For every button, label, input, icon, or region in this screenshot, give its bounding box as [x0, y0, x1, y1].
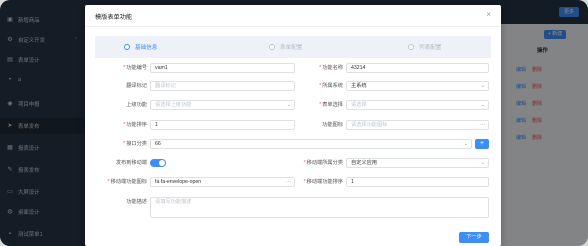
next-button[interactable]: 下一步: [459, 232, 489, 243]
desc-label: 功能描述: [126, 199, 147, 205]
api-select[interactable]: 66 ⌄: [150, 139, 472, 149]
dialog-title: 模版表单功能: [95, 14, 133, 21]
add-api-button[interactable]: +: [475, 139, 489, 149]
api-label: *接口分类: [123, 141, 147, 147]
form-dialog: 模版表单功能 × 基础信息 表单配置 列表配置 *功能编号 vam1 *功能名称…: [85, 5, 501, 246]
step-indicator: 基础信息 表单配置 列表配置: [95, 36, 491, 58]
step-label: 列表配置: [419, 45, 442, 51]
more-icon[interactable]: ···: [480, 121, 485, 129]
system-value: 主系统: [351, 83, 367, 89]
parent-placeholder: 请选择上级功能: [155, 102, 192, 108]
name-input[interactable]: 43214: [346, 63, 489, 73]
icon-placeholder: 请选择功能图标: [351, 122, 388, 128]
desc-textarea[interactable]: 请填写功能描述: [150, 197, 489, 218]
code-input[interactable]: vam1: [150, 63, 295, 73]
alias-label: 翻译标记: [126, 83, 147, 89]
step-label: 表单配置: [280, 45, 303, 51]
step-form-config[interactable]: 表单配置: [269, 36, 302, 58]
chevron-down-icon: ⌄: [480, 83, 485, 89]
step-basic-info[interactable]: 基础信息: [124, 36, 157, 58]
sort-label: *功能排序: [123, 122, 147, 128]
parent-select[interactable]: 请选择上级功能 ⌄: [150, 100, 295, 110]
mobile-sort-label: *移动端功能排序: [303, 179, 343, 185]
step-list-config[interactable]: 列表配置: [408, 36, 441, 58]
chevron-down-icon: ⌄: [286, 102, 291, 108]
mobile-group-value: 自定义应用: [351, 160, 377, 166]
mobile-sort-input[interactable]: 1: [346, 177, 489, 187]
mobile-icon-input[interactable]: fa fa-envelope-open ···: [150, 177, 295, 187]
close-icon[interactable]: ×: [486, 11, 491, 19]
table-select[interactable]: 请选择 ⌄: [346, 100, 489, 110]
system-label: *所属系统: [319, 83, 343, 89]
api-value: 66: [155, 141, 161, 147]
code-label: *功能编号: [123, 65, 147, 71]
toggle-knob: [159, 160, 165, 166]
mobile-icon-label: *移动端功能图标: [107, 179, 147, 185]
table-select-label: *表单选择: [319, 102, 343, 108]
alias-input[interactable]: 翻译标记: [150, 81, 295, 91]
icon-label: 功能图标: [322, 122, 343, 128]
publish-mobile-toggle[interactable]: [150, 159, 166, 167]
step-label: 基础信息: [135, 45, 158, 51]
sort-input[interactable]: 1: [150, 120, 295, 130]
step-circle-icon: [124, 44, 130, 50]
mobile-group-select[interactable]: 自定义应用 ⌄: [346, 158, 489, 168]
step-circle-icon: [269, 44, 275, 50]
chevron-down-icon: ⌄: [480, 160, 485, 166]
icon-input[interactable]: 请选择功能图标 ···: [346, 120, 489, 130]
table-select-placeholder: 请选择: [351, 102, 367, 108]
step-circle-icon: [408, 44, 414, 50]
parent-label: 上级功能: [126, 102, 147, 108]
system-select[interactable]: 主系统 ⌄: [346, 81, 489, 91]
mobile-group-label: *移动端所属分类: [303, 160, 343, 166]
mobile-icon-value: fa fa-envelope-open: [155, 179, 202, 185]
chevron-down-icon: ⌄: [463, 141, 468, 147]
divider: [85, 26, 501, 27]
chevron-down-icon: ⌄: [480, 102, 485, 108]
name-label: *功能名称: [319, 65, 343, 71]
publish-mobile-label: 发布到移动端: [115, 160, 147, 166]
